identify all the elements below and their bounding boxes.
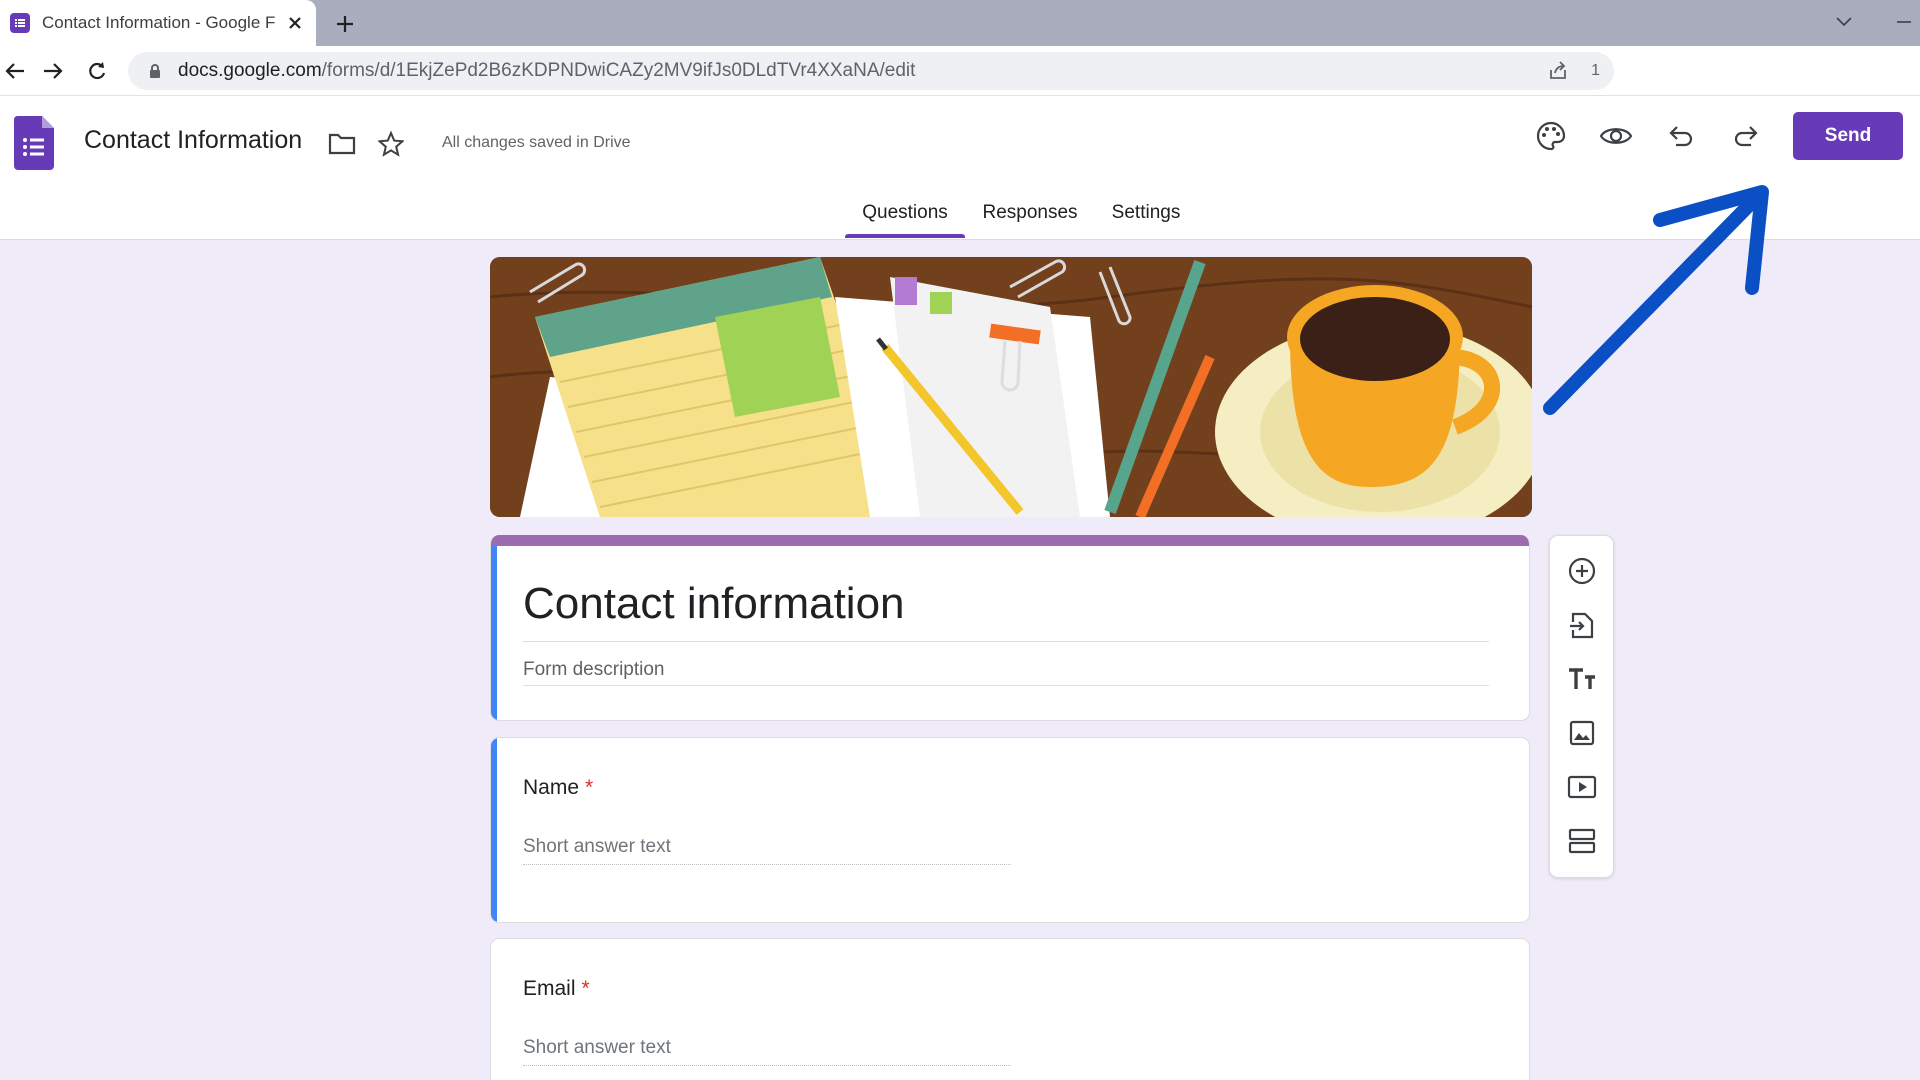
tab-responses[interactable]: Responses (975, 202, 1085, 240)
forms-favicon-icon (10, 13, 30, 33)
title-card-top-accent (491, 535, 1529, 546)
back-arrow-icon[interactable] (0, 56, 30, 86)
answer-underline (523, 1065, 1011, 1066)
required-asterisk: * (585, 776, 594, 799)
share-page-icon[interactable] (1548, 61, 1568, 81)
tab-search-chevron-icon[interactable] (1830, 8, 1858, 36)
move-to-folder-icon[interactable] (322, 124, 362, 164)
add-image-icon[interactable] (1560, 711, 1604, 755)
card-focus-indicator (491, 546, 497, 720)
question-side-toolbar (1549, 535, 1614, 878)
form-header-image (490, 257, 1532, 517)
browser-toolbar: docs.google.com/forms/d/1EkjZePd2B6zKDPN… (0, 46, 1920, 96)
tab-title: Contact Information - Google Forms (42, 13, 276, 32)
new-tab-icon[interactable] (330, 9, 360, 39)
card-focus-indicator (491, 738, 497, 922)
question-label: Name (523, 776, 580, 799)
import-questions-icon[interactable] (1560, 603, 1604, 647)
add-title-description-icon[interactable] (1560, 657, 1604, 701)
add-video-icon[interactable] (1560, 765, 1604, 809)
add-question-icon[interactable] (1560, 549, 1604, 593)
short-answer-placeholder: Short answer text (523, 1037, 671, 1058)
question-card[interactable]: Name * Short answer text (490, 737, 1530, 923)
browser-tabstrip: Contact Information - Google Forms (0, 0, 1920, 46)
address-bar[interactable]: docs.google.com/forms/d/1EkjZePd2B6zKDPN… (128, 52, 1614, 90)
required-asterisk: * (581, 977, 590, 1000)
answer-underline (523, 864, 1011, 865)
tab-close-icon[interactable] (284, 12, 306, 34)
active-tab-indicator (845, 234, 965, 238)
form-title-card[interactable]: Contact information Form description (490, 535, 1530, 721)
browser-tab[interactable]: Contact Information - Google Forms (0, 0, 316, 46)
google-forms-logo-icon[interactable] (14, 116, 54, 170)
description-underline (523, 685, 1489, 686)
desk-illustration (490, 257, 1532, 517)
lock-icon (146, 62, 164, 80)
preview-eye-icon[interactable] (1596, 116, 1636, 156)
forward-arrow-icon[interactable] (38, 56, 68, 86)
undo-icon[interactable] (1661, 116, 1701, 156)
url-host: docs.google.com (178, 60, 322, 81)
question-title[interactable]: Name * (523, 776, 593, 800)
add-section-icon[interactable] (1560, 819, 1604, 863)
reload-icon[interactable] (82, 56, 112, 86)
omnibox-extension-label[interactable]: 1 (1591, 62, 1600, 80)
question-label: Email (523, 977, 576, 1000)
form-description-field[interactable]: Form description (523, 659, 665, 681)
url-text: docs.google.com/forms/d/1EkjZePd2B6zKDPN… (178, 60, 915, 82)
redo-icon[interactable] (1726, 116, 1766, 156)
minimize-icon[interactable] (1890, 8, 1918, 36)
document-title[interactable]: Contact Information (84, 126, 302, 155)
send-button[interactable]: Send (1793, 112, 1903, 160)
save-status-text: All changes saved in Drive (442, 134, 631, 151)
short-answer-placeholder: Short answer text (523, 836, 671, 857)
tab-settings[interactable]: Settings (1100, 202, 1192, 240)
question-title[interactable]: Email * (523, 977, 590, 1001)
question-card[interactable]: Email * Short answer text (490, 938, 1530, 1080)
star-icon[interactable] (371, 124, 411, 164)
annotation-arrow (1530, 180, 1790, 420)
title-underline (523, 641, 1489, 642)
customize-theme-palette-icon[interactable] (1531, 116, 1571, 156)
form-title[interactable]: Contact information (523, 579, 905, 629)
url-path: /forms/d/1EkjZePd2B6zKDPNDwiCAZy2MV9ifJs… (321, 60, 916, 81)
